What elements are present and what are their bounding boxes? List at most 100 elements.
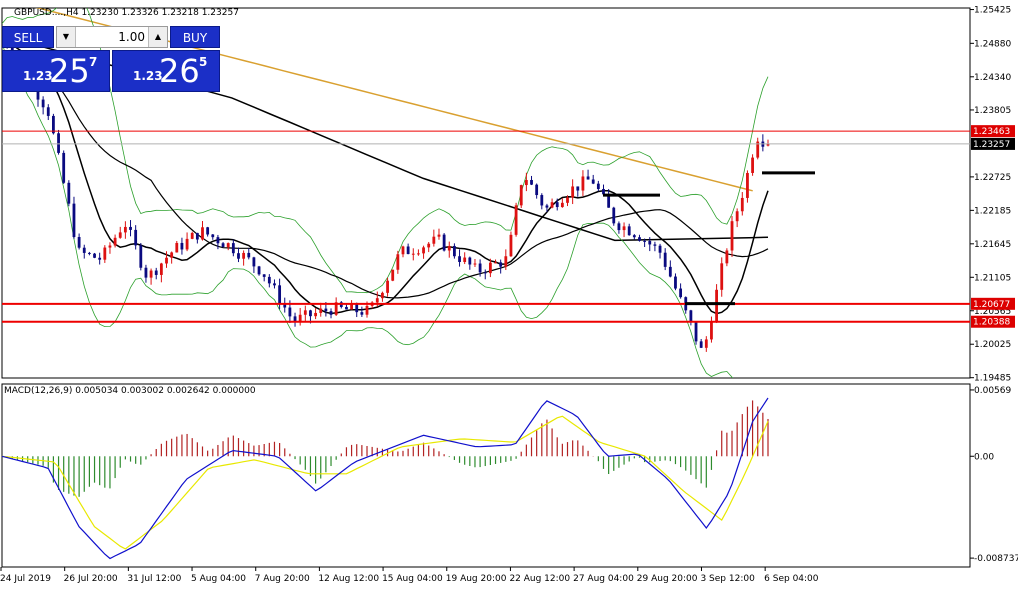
candle-body bbox=[658, 245, 662, 253]
x-tick-label: 19 Aug 20:00 bbox=[446, 574, 507, 584]
candle-body bbox=[417, 253, 420, 255]
candle-body bbox=[591, 179, 595, 184]
candle-body bbox=[458, 256, 461, 262]
macd-panel-frame bbox=[1, 383, 971, 568]
candle-body bbox=[324, 308, 328, 312]
x-tick-label: 5 Aug 04:00 bbox=[191, 574, 246, 584]
candle-body bbox=[129, 226, 132, 230]
candle-body bbox=[715, 289, 718, 323]
lot-size-input[interactable]: ▼ 1.00 ▲ bbox=[56, 26, 168, 48]
candle-body bbox=[674, 276, 677, 289]
candle-body bbox=[355, 303, 359, 313]
candle-body bbox=[329, 311, 333, 315]
candle-body bbox=[87, 252, 91, 254]
candle-body bbox=[643, 240, 647, 242]
candle-body bbox=[663, 252, 667, 267]
candle-body bbox=[530, 179, 533, 185]
candle-body bbox=[72, 203, 76, 238]
candle-body bbox=[596, 183, 600, 189]
candle-body bbox=[550, 202, 554, 208]
candle-body bbox=[93, 253, 96, 258]
candle-body bbox=[170, 252, 174, 258]
candle-body bbox=[499, 262, 503, 267]
candle-body bbox=[134, 229, 138, 246]
y-tick-label: 1.22185 bbox=[974, 206, 1011, 216]
sell-quote-big: 25 bbox=[49, 52, 90, 90]
y-tick-label: 1.24880 bbox=[974, 39, 1011, 49]
candle-body bbox=[190, 232, 194, 239]
candle-body bbox=[427, 243, 431, 248]
candle-body bbox=[221, 243, 225, 248]
candle-body bbox=[540, 195, 544, 206]
candle-body bbox=[478, 263, 482, 273]
macd-y-tick-label: 0.00569 bbox=[974, 386, 1011, 396]
candle-body bbox=[273, 283, 276, 286]
chevron-down-icon[interactable]: ▼ bbox=[57, 27, 76, 47]
y-tick-label: 1.20025 bbox=[974, 340, 1011, 350]
candle-body bbox=[468, 257, 472, 265]
lot-size-value[interactable]: 1.00 bbox=[77, 27, 147, 47]
candle-body bbox=[314, 312, 318, 317]
macd-y-tick-label: 0.00 bbox=[974, 452, 994, 462]
candle-body bbox=[483, 272, 487, 274]
x-tick-label: 26 Jul 20:00 bbox=[64, 574, 118, 584]
candle-body bbox=[730, 221, 734, 251]
y-tick-label: 1.25425 bbox=[974, 6, 1011, 16]
candle-body bbox=[463, 257, 467, 262]
candle-body bbox=[751, 157, 754, 173]
candle-body bbox=[67, 182, 71, 204]
candle-body bbox=[103, 247, 107, 260]
candle-body bbox=[195, 232, 199, 240]
level-price-label: 1.20677 bbox=[973, 300, 1010, 310]
candle-body bbox=[720, 263, 724, 290]
candle-body bbox=[381, 292, 384, 299]
candle-body bbox=[201, 227, 204, 240]
candle-body bbox=[447, 245, 451, 251]
candle-body bbox=[237, 253, 240, 259]
candle-body bbox=[519, 185, 523, 206]
x-tick-label: 7 Aug 20:00 bbox=[255, 574, 310, 584]
sell-button[interactable]: SELL bbox=[2, 26, 54, 48]
buy-button[interactable]: BUY bbox=[170, 26, 220, 48]
candle-body bbox=[185, 238, 189, 250]
candle-body bbox=[452, 245, 456, 257]
candle-body bbox=[494, 262, 497, 264]
candle-body bbox=[437, 234, 441, 237]
candle-body bbox=[226, 243, 230, 248]
macd-y-tick-label: -0.008737 bbox=[974, 554, 1018, 564]
candle-body bbox=[571, 186, 575, 198]
candle-body bbox=[668, 266, 672, 277]
level-price-label: 1.20388 bbox=[973, 318, 1010, 328]
candle-body bbox=[617, 223, 621, 231]
buy-quote[interactable]: 1.23 26 5 bbox=[112, 50, 220, 92]
candle-body bbox=[622, 226, 626, 231]
candle-body bbox=[602, 188, 605, 195]
sell-quote[interactable]: 1.23 25 7 bbox=[2, 50, 110, 92]
candle-body bbox=[175, 242, 179, 253]
candle-body bbox=[242, 252, 246, 259]
y-tick-label: 1.23805 bbox=[974, 106, 1011, 116]
candle-body bbox=[206, 227, 210, 235]
candle-body bbox=[632, 235, 636, 238]
candle-body bbox=[535, 184, 539, 196]
candle-body bbox=[252, 257, 256, 267]
candle-body bbox=[746, 172, 749, 198]
candle-body bbox=[524, 179, 528, 186]
candle-body bbox=[653, 244, 657, 246]
x-tick-label: 3 Sep 12:00 bbox=[700, 574, 755, 584]
candle-body bbox=[98, 257, 102, 260]
candle-body bbox=[46, 107, 50, 116]
candle-body bbox=[710, 322, 713, 340]
x-tick-label: 27 Aug 04:00 bbox=[573, 574, 634, 584]
candle-body bbox=[725, 250, 729, 264]
candle-body bbox=[247, 252, 251, 258]
candle-body bbox=[401, 246, 405, 255]
buy-quote-big: 26 bbox=[159, 52, 200, 90]
candle-body bbox=[509, 234, 513, 257]
candle-body bbox=[406, 246, 410, 255]
chevron-up-icon[interactable]: ▲ bbox=[148, 27, 167, 47]
candle-body bbox=[309, 310, 312, 317]
candle-body bbox=[699, 341, 703, 348]
candle-body bbox=[473, 263, 477, 265]
candle-body bbox=[62, 152, 66, 183]
